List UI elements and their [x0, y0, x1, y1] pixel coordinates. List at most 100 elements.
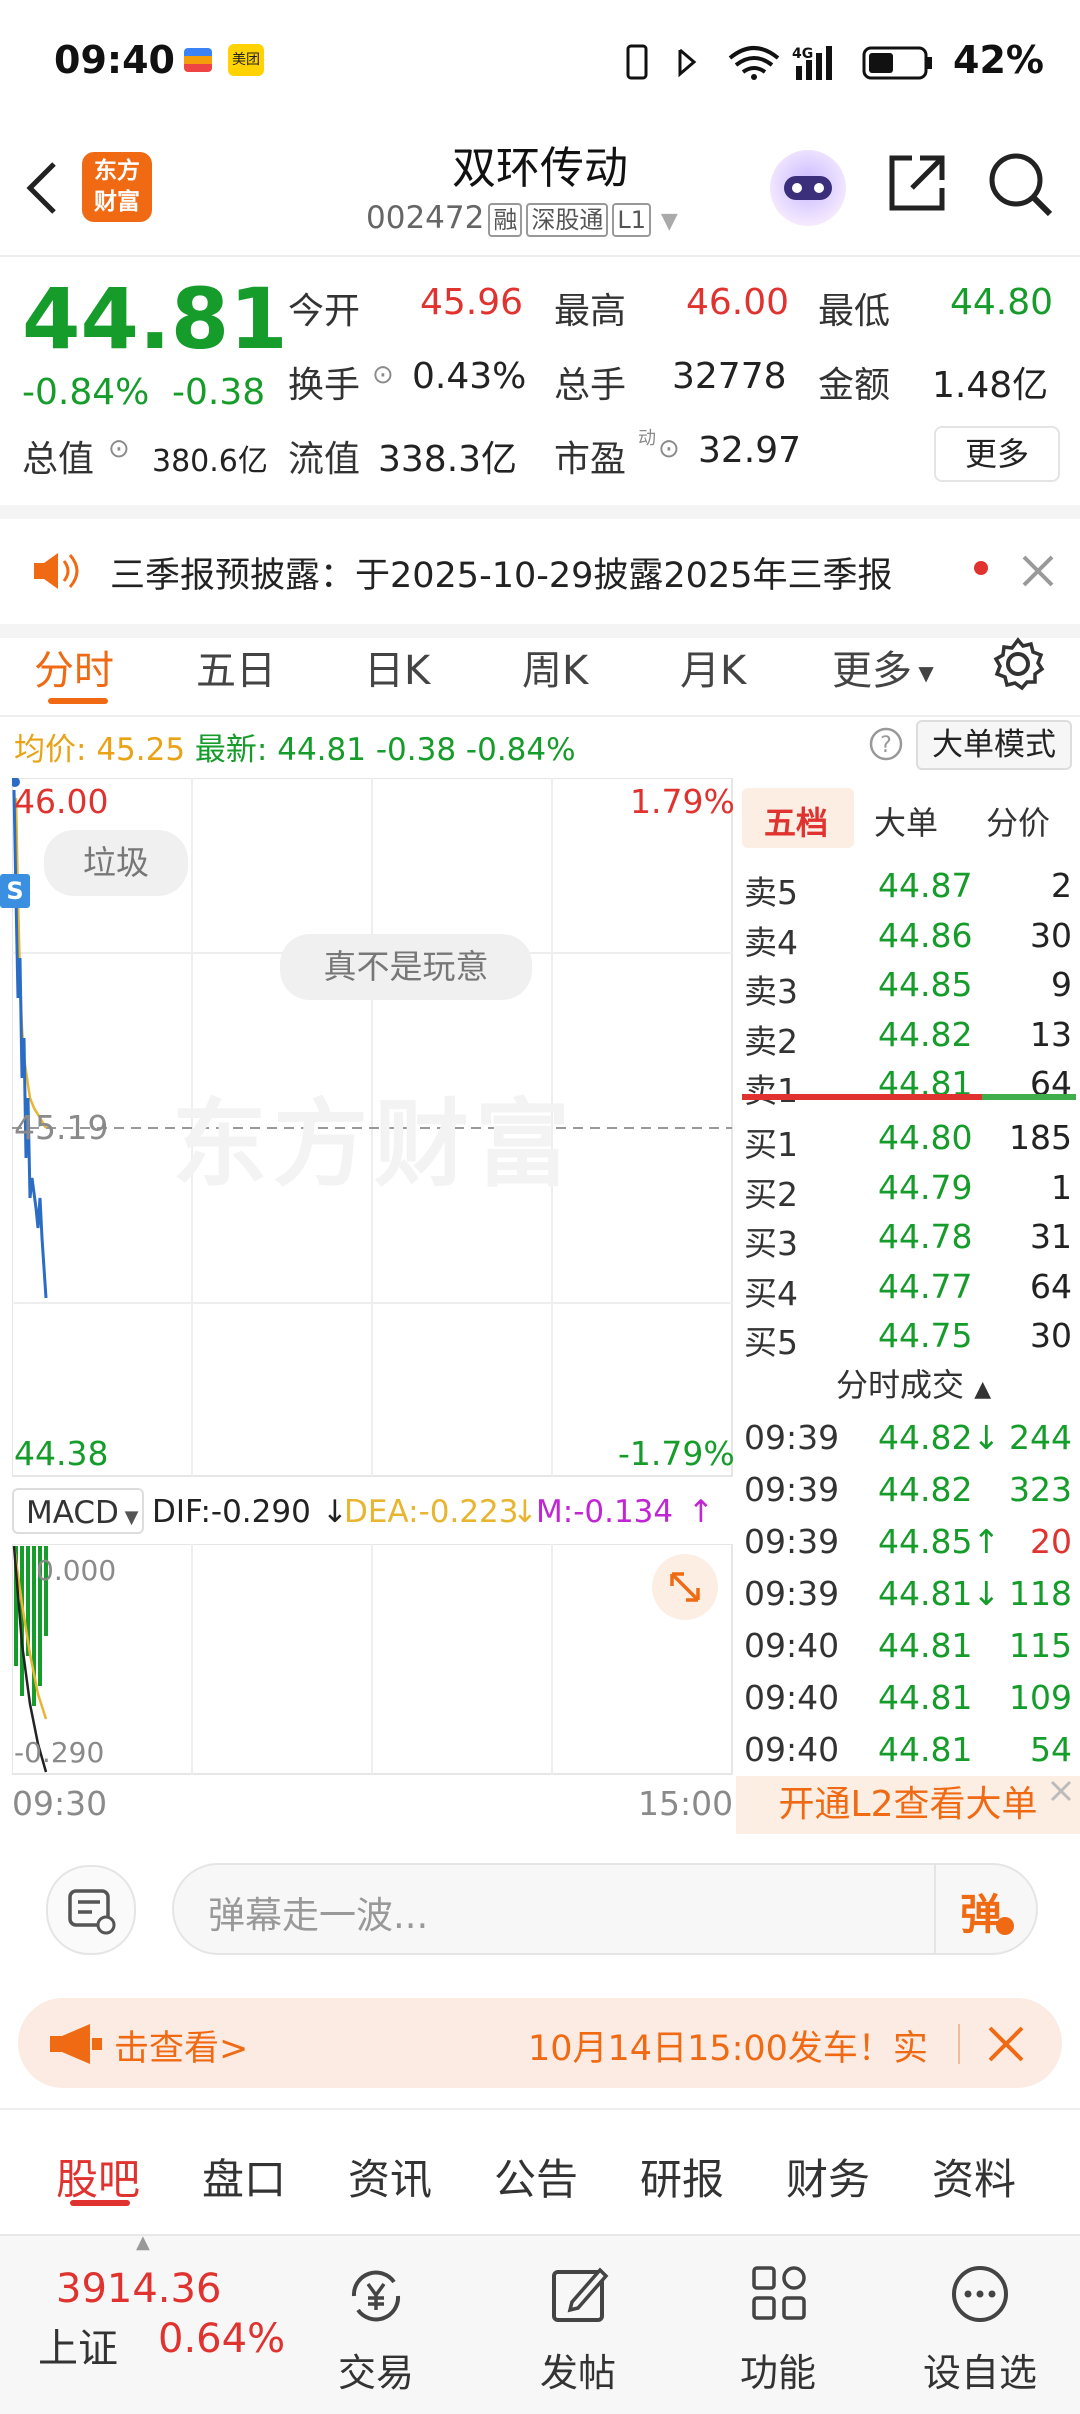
level-price: 44.82	[878, 1014, 973, 1054]
megaphone-icon	[50, 2024, 102, 2064]
speaker-icon	[34, 553, 79, 589]
chart-tabs: 分时 五日 日K 周K 月K 更多 ▼	[0, 620, 1080, 717]
nav-post[interactable]: 发帖	[498, 2236, 658, 2406]
share-icon[interactable]	[884, 150, 950, 216]
danmu-bubble[interactable]: 真不是玩意	[280, 934, 532, 1000]
latest-percent: -0.84%	[465, 732, 576, 768]
expand-icon[interactable]	[652, 1554, 718, 1620]
nav-add-watchlist[interactable]: 设自选	[900, 2236, 1060, 2406]
tab-profile[interactable]: 资料	[932, 2146, 1016, 2207]
more-button[interactable]: 更多	[934, 426, 1060, 482]
level-price: 44.79	[878, 1167, 973, 1207]
buy-level-row: 买1 44.80 185	[736, 1118, 1076, 1166]
level-price: 44.86	[878, 915, 973, 955]
tab-forum[interactable]: 股吧	[56, 2146, 140, 2207]
up-arrow-icon: ↑	[688, 1494, 714, 1530]
panel-tab-big-orders[interactable]: 大单	[874, 798, 938, 844]
dropdown-icon: ▼	[660, 209, 678, 234]
tab-weekly-k[interactable]: 周K	[522, 638, 588, 696]
big-order-mode-button[interactable]: 大单模式	[916, 720, 1072, 770]
indicator-label: MACD	[26, 1495, 119, 1531]
level-volume: 1	[1051, 1167, 1072, 1207]
status-icons: 4G	[626, 44, 932, 80]
tab-more[interactable]: 更多 ▼	[832, 638, 934, 696]
nav-functions[interactable]: 功能	[698, 2236, 858, 2406]
pe-label: 市盈	[554, 439, 627, 480]
info-icon[interactable]: ⊙	[108, 434, 130, 464]
trade-time: 09:40	[744, 1730, 840, 1769]
buy-ratio-bar	[982, 1094, 1076, 1100]
s-point-badge[interactable]: S	[0, 874, 30, 908]
intraday-chart[interactable]: 东方财富 46.00 1.79% 45.19 44.38 -1.79% 垃圾 真…	[0, 778, 735, 1478]
svg-text:?: ?	[880, 733, 892, 758]
macd-chart[interactable]: 0.000 -0.290	[12, 1544, 734, 1776]
search-icon[interactable]	[986, 150, 1056, 220]
danmu-bubble[interactable]: 垃圾	[44, 830, 188, 896]
info-icon[interactable]: ⊙	[658, 434, 680, 464]
trades-title[interactable]: 分时成交 ▲	[836, 1360, 991, 1406]
level-price: 44.75	[878, 1316, 973, 1356]
buy-level-row: 买3 44.78 31	[736, 1217, 1076, 1265]
chevron-down-icon: ▼	[912, 661, 934, 685]
down-arrow-icon: ↓	[512, 1494, 538, 1530]
trade-row: 09:39 44.82↓ 244	[736, 1418, 1076, 1470]
index-ticker[interactable]: ▲ 3914.36 上证 0.64%	[38, 2232, 300, 2406]
float-label: 流值	[288, 439, 361, 480]
level-label: 卖3	[744, 972, 798, 1012]
danmu-input[interactable]: 弹幕走一波... 弹	[172, 1863, 1038, 1955]
close-icon[interactable]	[1020, 553, 1056, 589]
current-price: 44.81	[22, 270, 288, 368]
tab-order-book[interactable]: 盘口	[202, 2146, 286, 2207]
nav-trade-label: 交易	[337, 2351, 414, 2395]
level-volume: 2	[1051, 866, 1072, 905]
meituan-icon: 美团	[228, 44, 264, 76]
check-badge-icon	[996, 1917, 1014, 1935]
tab-news[interactable]: 资讯	[348, 2146, 432, 2207]
chevron-down-icon: ▼	[118, 1507, 139, 1528]
l2-upgrade-banner[interactable]: 开通L2查看大单	[736, 1776, 1080, 1834]
trade-row: 09:39 44.85↑ 20	[736, 1522, 1076, 1574]
level-volume: 9	[1051, 965, 1072, 1005]
promo-banner[interactable]: 击查看> 10月14日15:00发车！实	[18, 1998, 1062, 2088]
notice-bar[interactable]: 三季报预披露：于2025-10-29披露2025年三季报	[0, 505, 1080, 638]
tab-underline	[70, 2200, 130, 2206]
close-icon[interactable]	[1046, 1776, 1076, 1806]
open-value: 45.96	[420, 282, 524, 323]
tab-five-day[interactable]: 五日	[196, 638, 276, 696]
robot-assistant-icon[interactable]	[770, 150, 846, 226]
low-value: 44.80	[950, 282, 1054, 323]
tab-research[interactable]: 研报	[640, 2146, 724, 2207]
chart-bottom-percent: -1.79%	[618, 1434, 735, 1473]
tab-announcements[interactable]: 公告	[494, 2146, 578, 2207]
indicator-selector[interactable]: MACD ▼	[12, 1488, 144, 1534]
high-value: 46.00	[686, 282, 790, 323]
help-icon[interactable]: ?	[868, 726, 904, 762]
tab-daily-k[interactable]: 日K	[364, 638, 430, 696]
trade-row: 09:40 44.81 54	[736, 1730, 1076, 1782]
level-price: 44.78	[878, 1217, 973, 1257]
level-volume: 13	[1030, 1014, 1072, 1054]
settings-gear-icon[interactable]	[990, 636, 1046, 692]
buy-level-row: 买5 44.75 30	[736, 1316, 1076, 1364]
tab-intraday[interactable]: 分时	[34, 638, 114, 696]
danmu-toggle-button[interactable]: 弹	[960, 1881, 1002, 1942]
panel-tab-price-distribution[interactable]: 分价	[986, 798, 1050, 844]
nav-functions-label: 功能	[739, 2351, 816, 2395]
level-volume: 64	[1030, 1266, 1072, 1306]
danmu-settings-icon[interactable]	[46, 1865, 136, 1955]
nav-trade[interactable]: 交易	[296, 2236, 456, 2406]
trade-volume: 54	[1030, 1730, 1072, 1769]
content-tabs: 股吧 盘口 资讯 公告 研报 财务 资料	[0, 2108, 1080, 2220]
stock-code-line[interactable]: 002472 融深股通 L1 ▼	[366, 200, 678, 237]
close-icon[interactable]	[986, 2024, 1026, 2064]
panel-tab-five-levels[interactable]: 五档	[764, 798, 828, 844]
tab-monthly-k[interactable]: 月K	[680, 638, 746, 696]
buy-level-row: 买2 44.79 1	[736, 1168, 1076, 1216]
amount-label: 金额	[818, 365, 891, 406]
float-value: 338.3亿	[378, 439, 518, 480]
avg-value: 45.25	[96, 732, 186, 768]
unread-dot	[974, 561, 988, 575]
macd-m: M:-0.134	[536, 1494, 674, 1530]
info-icon[interactable]: ⊙	[372, 360, 394, 390]
tab-financials[interactable]: 财务	[786, 2146, 870, 2207]
